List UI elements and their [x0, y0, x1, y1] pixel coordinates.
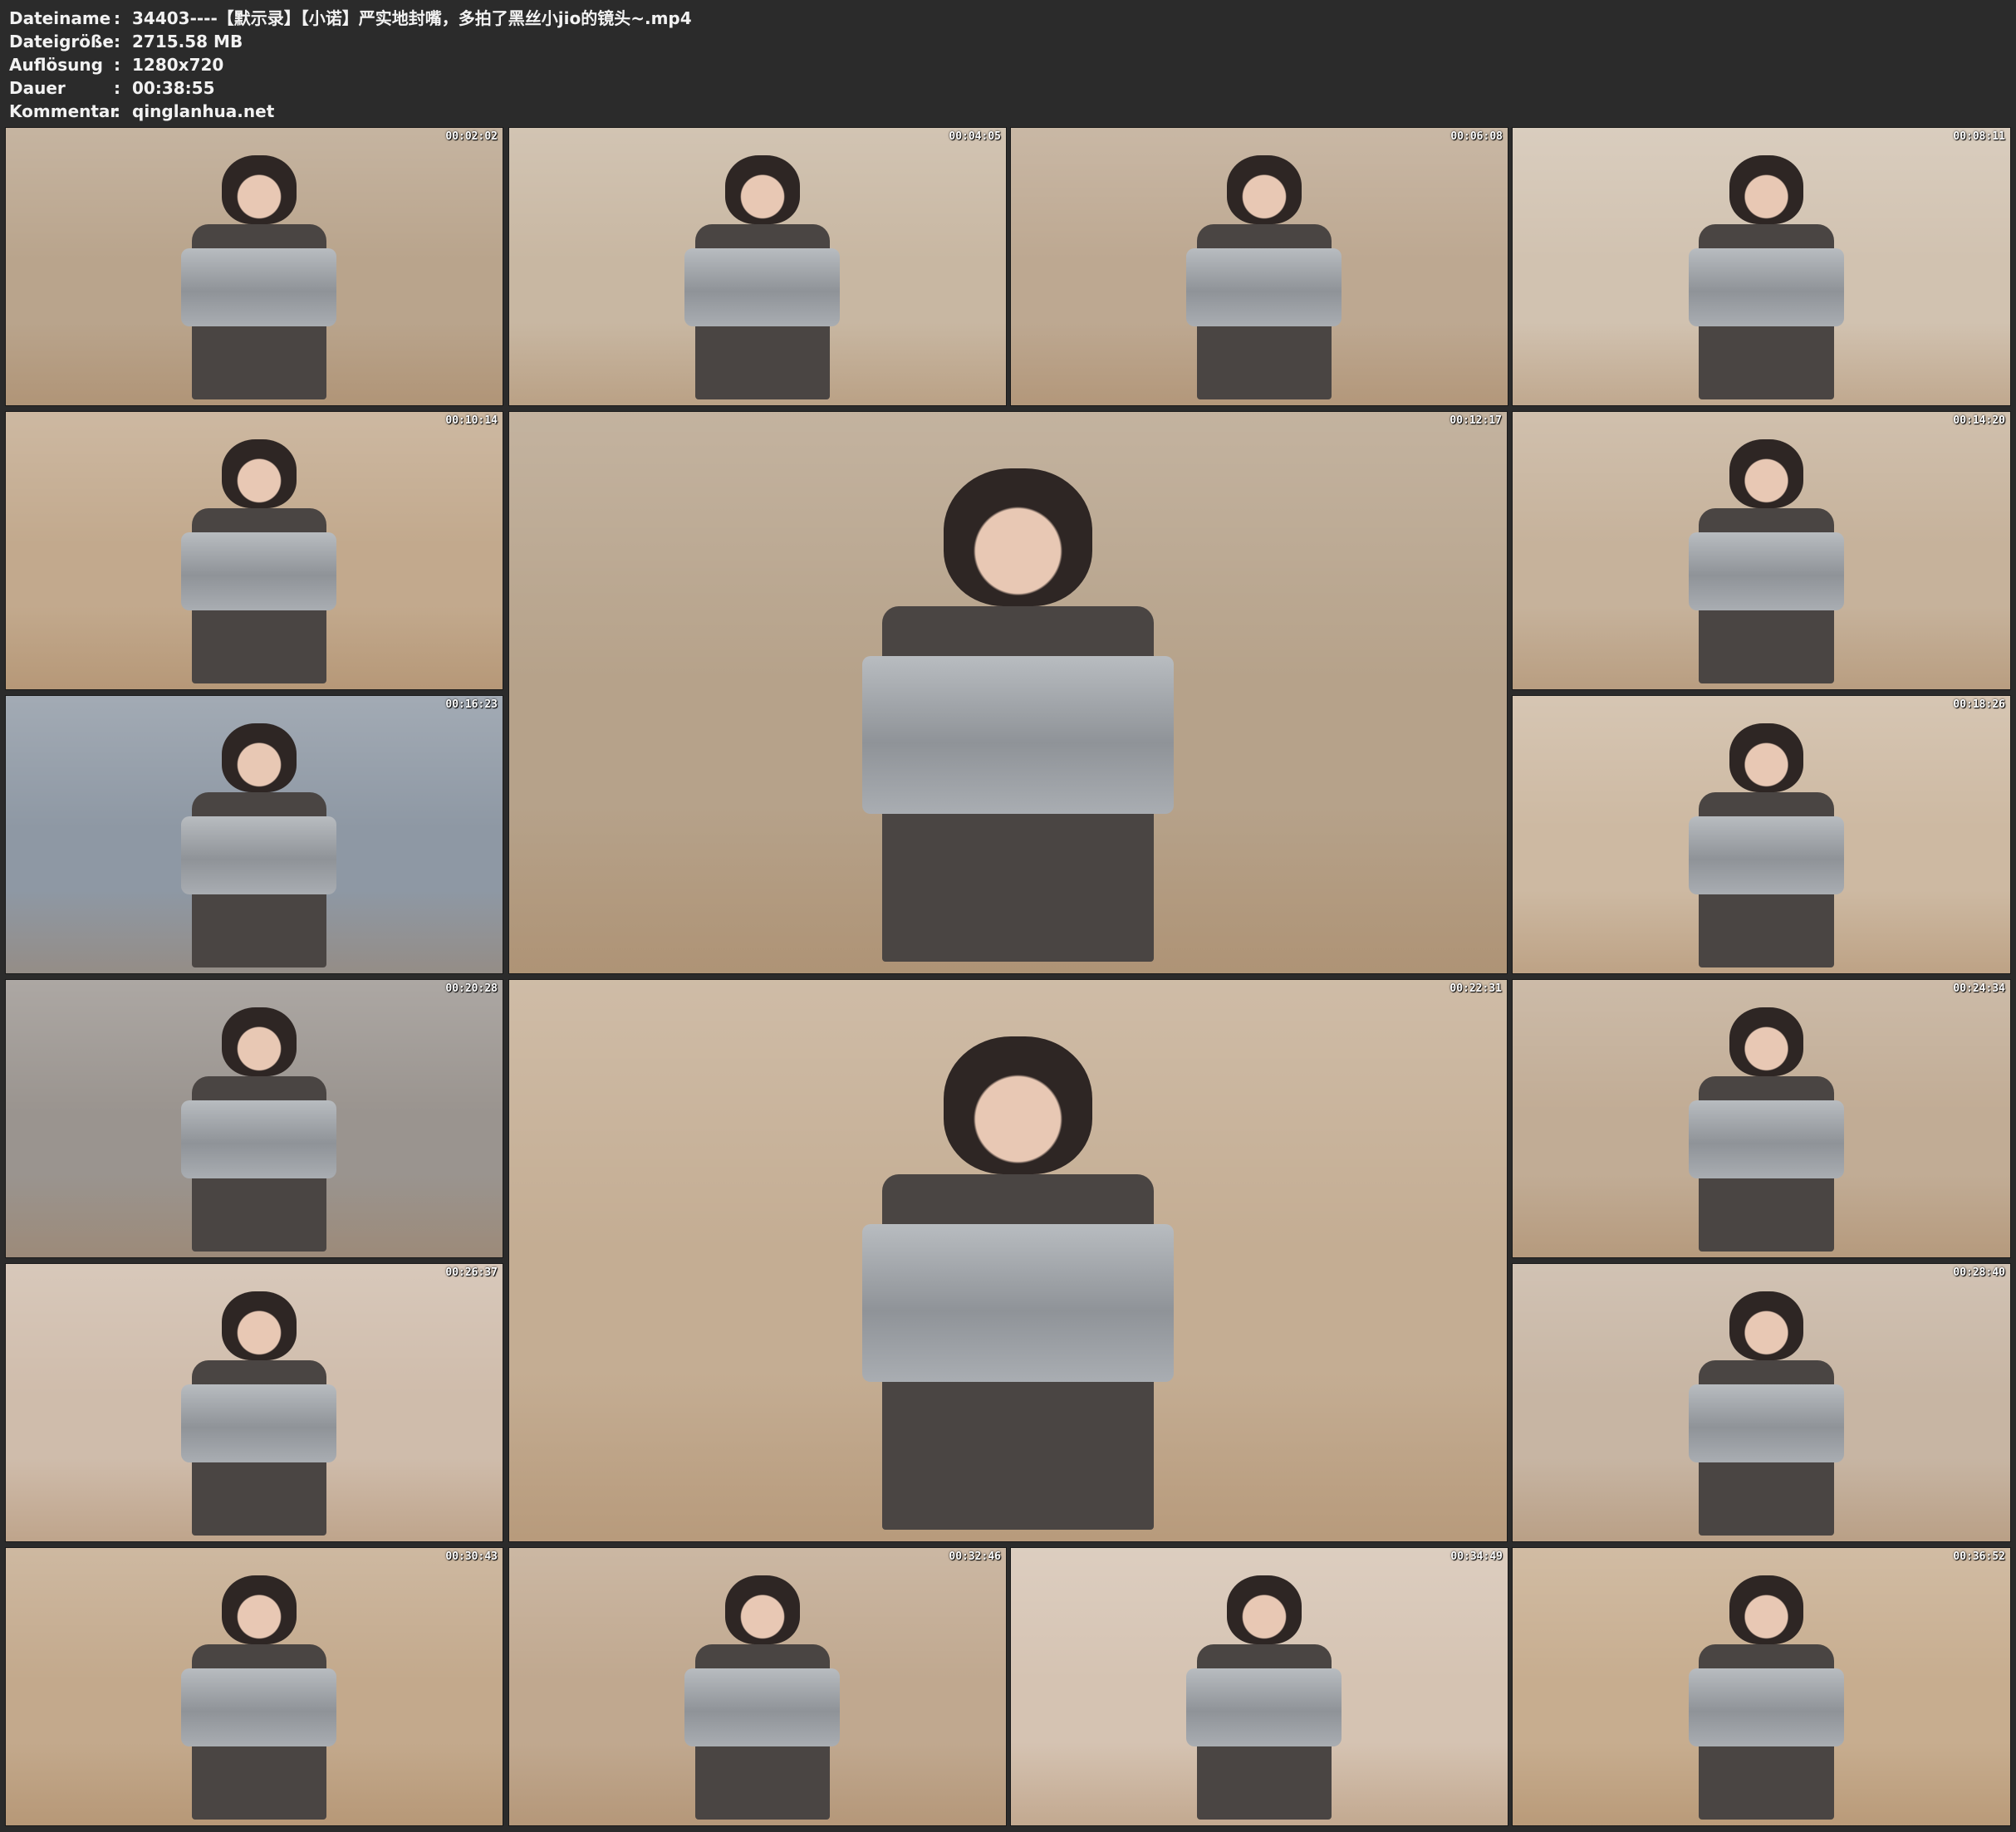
- video-thumbnail: 00:08:11: [1512, 127, 2011, 406]
- seated-figure: [1682, 723, 1852, 968]
- figure-tape-wrap: [1186, 1668, 1342, 1747]
- seated-figure: [848, 468, 1187, 963]
- seated-figure: [1180, 155, 1348, 400]
- seated-figure: [174, 155, 343, 400]
- figure-tape-wrap: [181, 816, 337, 895]
- thumbnail-timestamp: 00:14:20: [1953, 414, 2005, 427]
- video-thumbnail: 00:04:05: [508, 127, 1007, 406]
- figure-head: [725, 155, 800, 224]
- thumbnail-timestamp: 00:18:26: [1953, 698, 2005, 711]
- thumbnail-timestamp: 00:12:17: [1449, 414, 1502, 427]
- seated-figure: [174, 1575, 343, 1820]
- figure-tape-wrap: [181, 1384, 337, 1463]
- figure-head: [1227, 155, 1302, 224]
- thumbnail-timestamp: 00:28:40: [1953, 1266, 2005, 1279]
- seated-figure: [174, 1007, 343, 1252]
- thumbnail-timestamp: 00:06:08: [1450, 130, 1503, 143]
- figure-tape-wrap: [1688, 248, 1845, 327]
- figure-head: [1729, 155, 1804, 224]
- figure-head: [1227, 1575, 1302, 1644]
- thumbnail-timestamp: 00:08:11: [1953, 130, 2005, 143]
- thumbnail-timestamp: 00:34:49: [1450, 1550, 1503, 1563]
- video-thumbnail: 00:12:17: [508, 411, 1508, 974]
- video-thumbnail: 00:30:43: [5, 1547, 503, 1826]
- thumbnail-timestamp: 00:22:31: [1449, 982, 1502, 995]
- figure-head: [1729, 1007, 1804, 1076]
- video-thumbnail: 00:20:28: [5, 979, 503, 1258]
- figure-tape-wrap: [181, 1668, 337, 1747]
- seated-figure: [678, 155, 846, 400]
- figure-head: [725, 1575, 800, 1644]
- seated-figure: [1682, 1575, 1852, 1820]
- thumbnail-grid: 00:02:02 00:04:05 00:06:08 00:08:11 00:10:14…: [0, 0, 2016, 1832]
- seated-figure: [678, 1575, 846, 1820]
- figure-tape-wrap: [181, 532, 337, 611]
- thumbnail-timestamp: 00:26:37: [445, 1266, 498, 1279]
- figure-head: [943, 1036, 1093, 1175]
- figure-tape-wrap: [1688, 1384, 1845, 1463]
- figure-head: [1729, 439, 1804, 508]
- figure-head: [1729, 1575, 1804, 1644]
- seated-figure: [1682, 1007, 1852, 1252]
- thumbnail-timestamp: 00:30:43: [445, 1550, 498, 1563]
- figure-head: [222, 723, 297, 792]
- video-thumbnail: 00:14:20: [1512, 411, 2011, 690]
- figure-tape-wrap: [1688, 816, 1845, 895]
- video-thumbnail: 00:24:34: [1512, 979, 2011, 1258]
- thumbnail-timestamp: 00:04:05: [949, 130, 1001, 143]
- figure-tape-wrap: [861, 1223, 1175, 1382]
- thumbnail-timestamp: 00:10:14: [445, 414, 498, 427]
- figure-tape-wrap: [1688, 1668, 1845, 1747]
- seated-figure: [1682, 439, 1852, 684]
- video-thumbnail: 00:32:46: [508, 1547, 1007, 1826]
- thumbnail-timestamp: 00:24:34: [1953, 982, 2005, 995]
- figure-head: [222, 1291, 297, 1360]
- video-thumbnail: 00:34:49: [1010, 1547, 1508, 1826]
- seated-figure: [1682, 155, 1852, 400]
- figure-tape-wrap: [684, 1668, 841, 1747]
- thumbnail-timestamp: 00:36:52: [1953, 1550, 2005, 1563]
- thumbnail-timestamp: 00:16:23: [445, 698, 498, 711]
- video-thumbnail: 00:16:23: [5, 695, 503, 974]
- seated-figure: [174, 439, 343, 684]
- figure-head: [943, 468, 1093, 607]
- thumbnail-timestamp: 00:20:28: [445, 982, 498, 995]
- figure-head: [222, 1575, 297, 1644]
- seated-figure: [174, 1291, 343, 1536]
- figure-tape-wrap: [861, 655, 1175, 814]
- video-thumbnail: 00:22:31: [508, 979, 1508, 1542]
- video-thumbnail: 00:36:52: [1512, 1547, 2011, 1826]
- thumbnail-timestamp: 00:32:46: [949, 1550, 1001, 1563]
- seated-figure: [174, 723, 343, 968]
- thumbnail-timestamp: 00:02:02: [445, 130, 498, 143]
- seated-figure: [1682, 1291, 1852, 1536]
- figure-head: [1729, 723, 1804, 792]
- figure-tape-wrap: [1688, 1100, 1845, 1179]
- video-thumbnail: 00:28:40: [1512, 1263, 2011, 1542]
- figure-tape-wrap: [1186, 248, 1342, 327]
- figure-tape-wrap: [1688, 532, 1845, 611]
- figure-tape-wrap: [181, 1100, 337, 1179]
- video-thumbnail: 00:26:37: [5, 1263, 503, 1542]
- figure-head: [222, 155, 297, 224]
- figure-tape-wrap: [684, 248, 841, 327]
- figure-tape-wrap: [181, 248, 337, 327]
- video-thumbnail: 00:02:02: [5, 127, 503, 406]
- video-thumbnail: 00:10:14: [5, 411, 503, 690]
- seated-figure: [1180, 1575, 1348, 1820]
- video-thumbnail: 00:18:26: [1512, 695, 2011, 974]
- figure-head: [222, 1007, 297, 1076]
- figure-head: [222, 439, 297, 508]
- video-thumbnail: 00:06:08: [1010, 127, 1508, 406]
- figure-head: [1729, 1291, 1804, 1360]
- seated-figure: [848, 1036, 1187, 1531]
